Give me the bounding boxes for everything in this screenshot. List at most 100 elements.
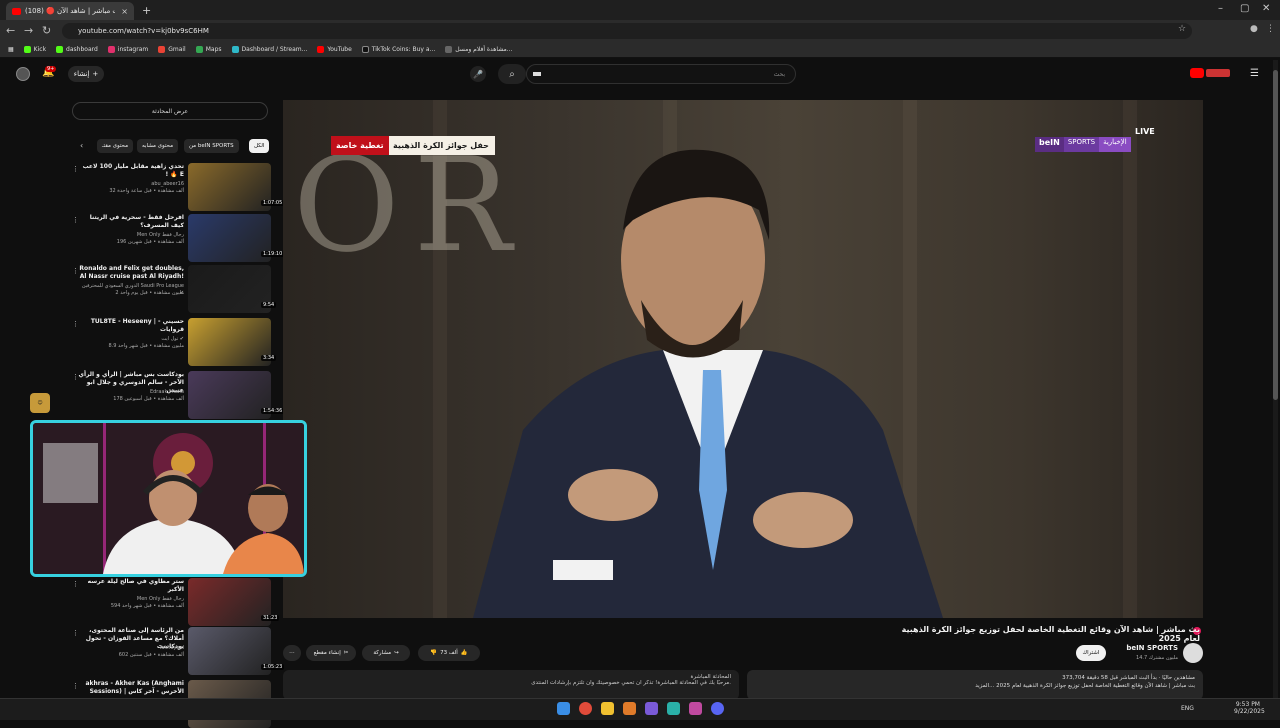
recommended-video-item[interactable]: ⋮ TUL8TE - Heseeny | حسيني - قروايات تول ا… [72,318,277,366]
chrome-icon[interactable] [579,702,592,715]
dislike-icon[interactable]: 👎 [430,650,437,656]
bookmark-movies[interactable]: مشاهدة أفلام ومسل... [445,46,513,53]
clip-label: إنشاء مقطع [313,650,341,656]
recommended-video-item[interactable]: ⋮ ستر مطاوي في صالح ليلة عرسه الأكبر Men O… [72,578,280,626]
recommended-video-channel: تول ايت ✔ [161,336,184,342]
voice-search-mic-icon[interactable]: 🎤 [470,66,486,82]
hamburger-menu-icon[interactable]: ☰ [1250,68,1259,79]
bookmark-gmail[interactable]: Gmail [158,46,186,53]
profile-icon[interactable]: ● [1250,24,1258,34]
recommended-video-item[interactable]: ⋮ Ronaldo and Felix get doubles, Al Nassr… [72,265,277,313]
video-thumbnail[interactable] [188,214,271,262]
file-explorer-icon[interactable] [601,702,614,715]
video-thumbnail[interactable] [188,371,271,419]
subscribe-button[interactable]: اشتراك [1076,645,1106,661]
live-chat-preview: مرحبًا بك في المحادثة المباشرة! تذكّر أن… [531,680,731,686]
recommended-video-meta: 8.9 مليون مشاهدة • قبل شهر واحد [108,343,184,349]
recommended-video-title: ستر مطاوي في صالح ليلة عرسه الأكبر [87,578,184,593]
close-window-icon[interactable]: ✕ [1262,3,1270,14]
like-icon[interactable]: 👍 [461,650,468,656]
more-actions-icon[interactable]: ⋯ [283,645,301,661]
keyboard-icon[interactable] [533,72,541,76]
video-title: بث مباشر | شاهد الآن وقائع التغطية الخاص… [901,625,1200,643]
search-button[interactable]: ⌕ [498,64,526,84]
chip-related[interactable]: محتوى مشابه [137,139,179,153]
bookmark-dashboard-stream[interactable]: Dashboard / Stream... [231,46,307,53]
recommended-video-channel: abu_abeer16 [151,181,184,187]
reload-icon[interactable]: ↻ [42,24,51,37]
bookmark-maps[interactable]: Maps [195,46,222,53]
app-icon-b[interactable] [645,702,658,715]
app-icon-d[interactable] [689,702,702,715]
recommended-video-channel: Men Only رجال فقط [136,232,184,238]
video-thumbnail[interactable] [188,163,271,211]
video-thumbnail[interactable] [188,578,271,626]
chip-from-channel[interactable]: من beIN SPORTS [184,139,239,153]
forward-icon[interactable]: → [24,24,33,37]
browser-tab[interactable]: (108) 🔴 بث مباشر | شاهد الآن × [6,2,134,20]
app-icon-a[interactable] [623,702,636,715]
clock[interactable]: 9:53 PM 9/22/2025 [1234,701,1265,715]
chevron-left-icon[interactable]: ‹ [80,141,83,150]
recommended-video-meta: 32 ألف مشاهدة • قبل ساعة واحدة [109,188,184,194]
new-tab-button[interactable]: + [142,4,151,17]
recommended-video-title: Ronaldo and Felix get doubles, Al Nassr … [79,265,184,280]
streamer-sticker-icon: ☺ [30,393,50,413]
windows-start-icon[interactable] [557,702,570,715]
search-input[interactable]: بحث [526,64,796,84]
chip-all[interactable]: الكل [249,139,270,153]
windows-taskbar [0,698,1280,720]
url-text: youtube.com/watch?v=kj0bv9sC6HM [78,27,209,35]
recommended-video-item[interactable]: ⋮ بودكاست بس مباشر | الرأي و الرأي الآخر … [72,371,285,419]
video-player[interactable]: OR حفل جوائز الكرة الذهبية تغطية خاصة LI… [283,100,1203,618]
recommended-video-item[interactable]: ⋮ افرحل فقط - سحرية في الريتنا كيف المسرف… [72,214,285,262]
video-thumbnail[interactable] [188,265,271,313]
channel-name[interactable]: beIN SPORTS [1100,644,1178,652]
bookmark-star-icon[interactable]: ☆ [1178,24,1186,34]
url-input[interactable]: youtube.com/watch?v=kj0bv9sC6HM [62,23,1192,39]
create-button[interactable]: إنشاء + [68,66,104,82]
like-dislike-button[interactable]: 👎 73 ألف 👍 [418,645,480,661]
recommended-video-item[interactable]: ⋮ تحدي زاهية مقابل مليار 100 لاعب ! 🔥 Eab… [72,163,285,211]
back-icon[interactable]: ← [6,24,15,37]
clip-button[interactable]: إنشاء مقطع ✂ [306,645,356,661]
recommended-video-channel: Men Only رجال فقط [136,596,184,602]
browser-menu-icon[interactable]: ⋮ [1266,24,1275,34]
notification-count-badge: 9+ [45,66,57,72]
video-duration: 1:19:10 [261,251,285,257]
page-scrollbar[interactable] [1273,60,1278,700]
account-avatar[interactable] [16,67,30,81]
recommended-video-channel: Takhayaal [159,645,184,651]
description-box[interactable]: 373,704 مشاهدين حاليًا · بدأ البث المباش… [747,670,1203,700]
streamer-webcam-overlay [30,420,307,577]
recommended-video-title: افرحل فقط - سحرية في الريتنا كيف المسرف؟ [89,214,184,229]
bookmark-kick[interactable]: Kick [23,46,46,53]
chip-more[interactable]: محتوى مقتـ [97,139,134,153]
show-chat-button[interactable]: عرض المحادثة [72,102,268,120]
browser-tab-bar [0,0,1280,20]
video-thumbnail[interactable] [188,627,271,675]
minimize-icon[interactable]: – [1218,3,1223,14]
youtube-logo[interactable] [1190,68,1230,78]
video-thumbnail[interactable] [188,318,271,366]
recommended-video-item[interactable]: ⋮ من الرئاسة إلى صناعة المحتوى، أملاك؟ مع… [72,627,285,675]
create-label: إنشاء [73,70,90,78]
bookmark-youtube[interactable]: YouTube [317,46,352,53]
discord-icon[interactable] [711,702,724,715]
close-tab-icon[interactable]: × [121,7,128,16]
like-count: 73 ألف [440,650,458,656]
maximize-icon[interactable]: ▢ [1240,3,1249,14]
channel-avatar[interactable] [1183,643,1203,663]
bookmark-tiktok[interactable]: TikTok Coins: Buy a... [361,46,435,53]
share-label: مشاركة [373,650,392,656]
bookmark-dashboard[interactable]: dashboard [56,46,98,53]
live-chat-box[interactable]: المحادثة المباشرة مرحبًا بك في المحادثة … [283,670,739,700]
recommended-video-channel: Edraak Media [149,389,184,395]
bookmarks-bar: ▦ Kick dashboard instagram Gmail Maps Da… [0,42,1280,58]
language-indicator[interactable]: ENG [1181,705,1194,712]
apps-icon[interactable]: ▦ [8,46,14,53]
bookmark-instagram[interactable]: instagram [107,46,148,53]
video-duration: 9:54 [261,302,277,308]
app-icon-c[interactable] [667,702,680,715]
share-button[interactable]: مشاركة ↪ [362,645,410,661]
